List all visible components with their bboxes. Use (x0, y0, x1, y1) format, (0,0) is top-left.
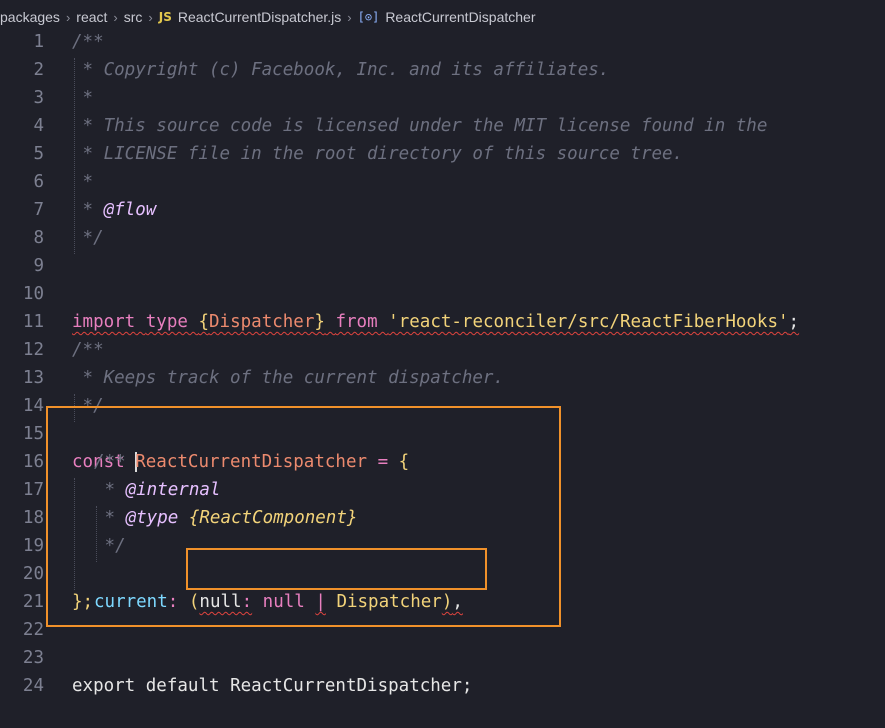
chevron-right-icon: › (113, 9, 118, 25)
jsdoc-tag: @type (125, 508, 179, 528)
code-comment: * (72, 200, 104, 220)
javascript-file-icon: JS (158, 10, 172, 24)
code-comment: */ (72, 396, 104, 416)
variable-symbol-icon: [⊙] (357, 10, 380, 24)
breadcrumb-item-react[interactable]: react (76, 9, 107, 25)
code-comment: /** (72, 32, 104, 52)
closing-brace: }; (72, 592, 94, 612)
code-comment: * This source code is licensed under the… (72, 116, 768, 136)
breadcrumb-item-symbol[interactable]: ReactCurrentDispatcher (385, 9, 535, 25)
code-comment: */ (94, 536, 126, 556)
export-statement: export default ReactCurrentDispatcher; (72, 676, 473, 696)
jsdoc-tag: @internal (125, 480, 221, 500)
breadcrumb-item-packages[interactable]: packages (0, 9, 60, 25)
code-comment: /** (72, 340, 104, 360)
chevron-right-icon: › (65, 9, 71, 25)
jsdoc-type: {ReactComponent} (188, 508, 358, 528)
code-comment: * (72, 88, 94, 108)
code-comment: * (72, 172, 94, 192)
jsdoc-tag: @flow (103, 200, 157, 220)
chevron-right-icon: › (148, 9, 153, 25)
code-comment: * Keeps track of the current dispatcher. (72, 368, 504, 388)
import-statement: import type {Dispatcher} from 'react-rec… (72, 312, 800, 332)
line-number: 9 (33, 256, 44, 276)
breadcrumb-item-file[interactable]: ReactCurrentDispatcher.js (178, 9, 341, 25)
code-comment: * Copyright (c) Facebook, Inc. and its a… (72, 60, 610, 80)
code-comment: * LICENSE file in the root directory of … (72, 144, 684, 164)
chevron-right-icon: › (347, 9, 352, 25)
breadcrumb-item-src[interactable]: src (124, 9, 143, 25)
code-comment: /** (94, 452, 126, 472)
code-comment: */ (72, 228, 104, 248)
